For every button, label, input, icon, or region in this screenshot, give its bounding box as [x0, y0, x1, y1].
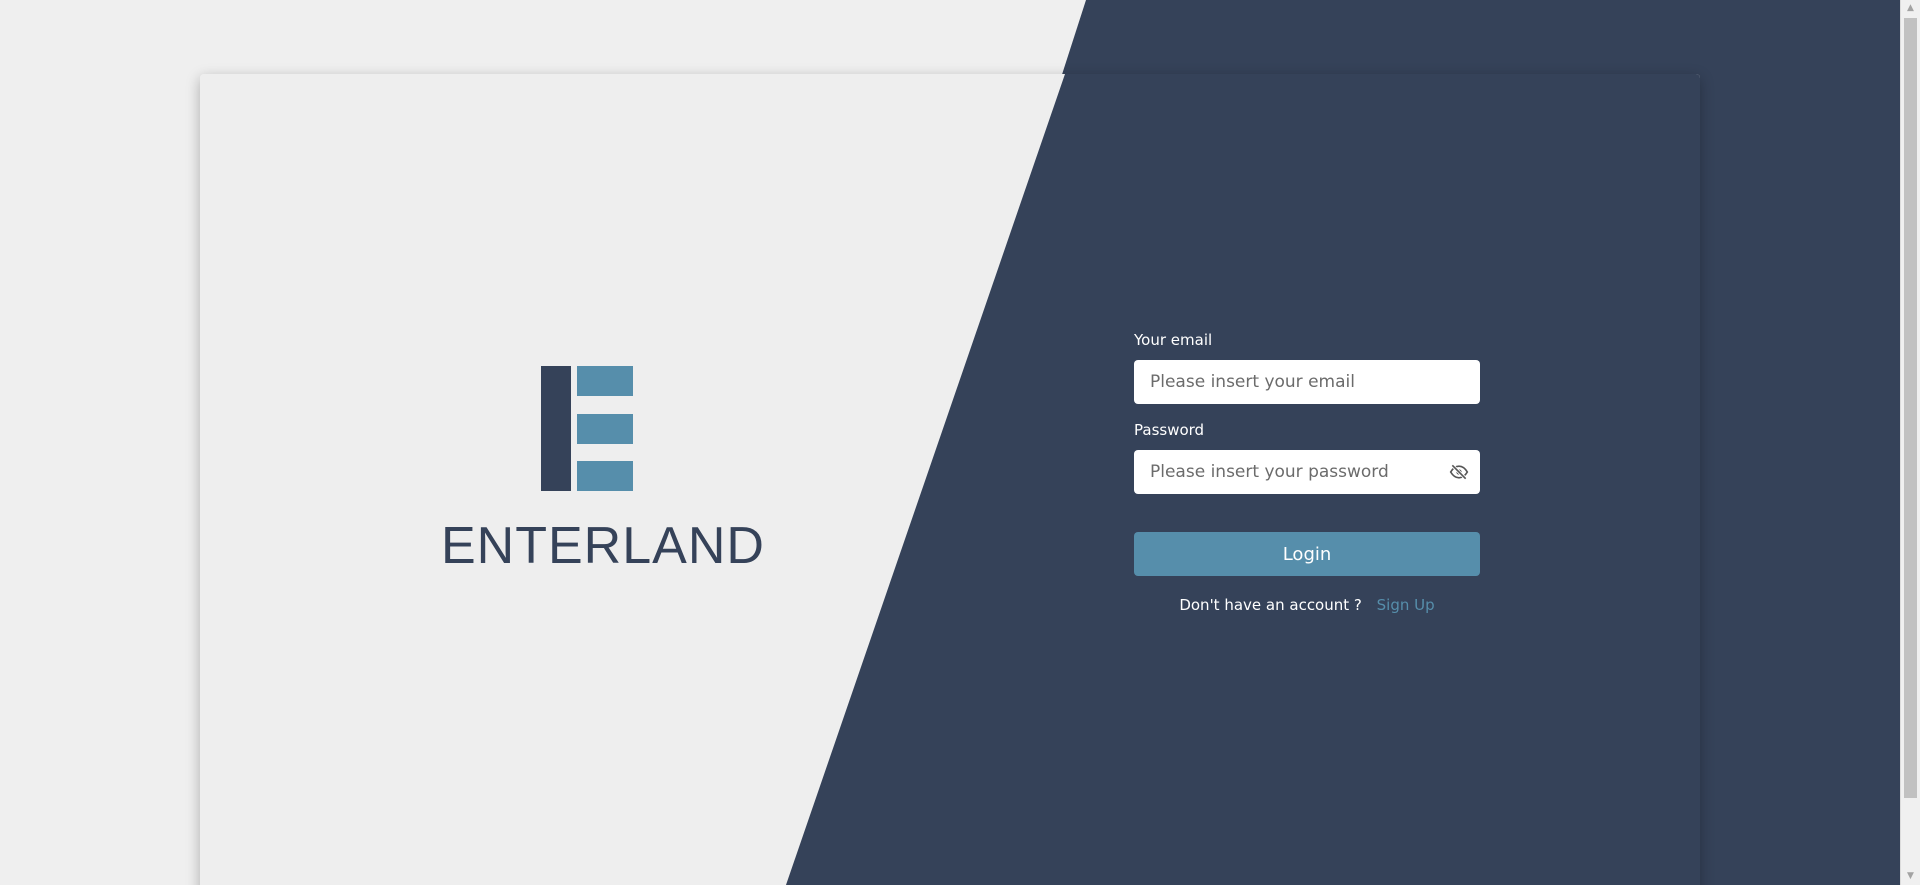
password-label: Password: [1134, 421, 1205, 439]
login-card: ENTERLAND Your email Password Login Don'…: [200, 74, 1700, 885]
logo-block-top: [577, 366, 633, 396]
email-field[interactable]: [1134, 360, 1480, 404]
login-button[interactable]: Login: [1134, 532, 1480, 576]
scroll-down-arrow-icon[interactable]: ▼: [1901, 868, 1920, 885]
login-form: Your email Password Login Don't have an …: [1134, 330, 1480, 614]
vertical-scrollbar[interactable]: ▲ ▼: [1900, 0, 1920, 885]
password-field[interactable]: [1134, 450, 1480, 494]
scroll-up-arrow-icon[interactable]: ▲: [1901, 0, 1920, 17]
signup-link[interactable]: Sign Up: [1377, 596, 1435, 614]
email-label: Your email: [1134, 331, 1213, 349]
eye-slash-icon[interactable]: [1448, 462, 1470, 482]
brand-name: ENTERLAND: [441, 517, 765, 575]
logo-block-middle: [577, 414, 633, 444]
login-page: ENTERLAND Your email Password Login Don'…: [0, 0, 1920, 885]
email-field-wrapper: [1134, 360, 1480, 404]
signup-prompt: Don't have an account ? Sign Up: [1134, 596, 1480, 614]
password-field-wrapper: [1134, 450, 1480, 494]
no-account-text: Don't have an account ?: [1179, 596, 1362, 614]
scroll-thumb[interactable]: [1904, 18, 1917, 798]
brand-logo: ENTERLAND: [441, 366, 765, 576]
logo-bar: [541, 366, 571, 491]
logo-block-bottom: [577, 461, 633, 491]
